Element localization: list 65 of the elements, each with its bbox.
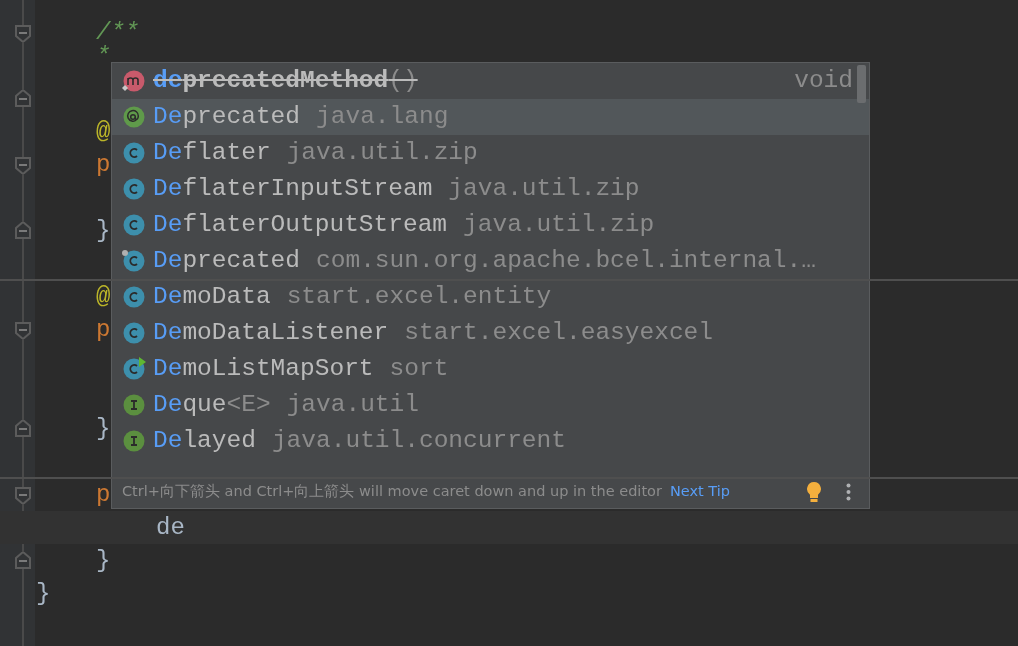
item-name: DemoDataListener — [153, 317, 389, 348]
class-icon — [122, 285, 146, 309]
item-name: DeflaterOutputStream — [153, 209, 448, 240]
code-text: p — [96, 481, 111, 508]
completion-item[interactable]: Delayed java.util.concurrent — [112, 423, 869, 459]
package-name: java.util.zip — [286, 137, 478, 168]
item-name: DemoListMapSort — [153, 353, 374, 384]
more-options-icon[interactable] — [846, 482, 851, 501]
class-icon — [122, 177, 146, 201]
class-icon — [122, 357, 146, 381]
completion-item[interactable]: DemoDataListener start.excel.easyexcel — [112, 315, 869, 351]
completion-item[interactable]: Deflater java.util.zip — [112, 135, 869, 171]
completion-item[interactable]: Deprecated com.sun.org.apache.bcel.internal.… — [112, 243, 869, 279]
method-icon — [122, 69, 146, 93]
item-name: deprecatedMethod() — [153, 65, 418, 96]
item-name: Deflater — [153, 137, 271, 168]
item-name: DemoData — [153, 281, 271, 312]
return-type: void — [794, 65, 853, 96]
item-name: Delayed — [153, 425, 256, 456]
lightbulb-icon[interactable] — [806, 480, 822, 503]
class-icon — [122, 141, 146, 165]
fold-marker-icon[interactable] — [14, 321, 32, 339]
class-icon — [122, 321, 146, 345]
completion-item[interactable]: Deque<E> java.util — [112, 387, 869, 423]
code-text: @ — [96, 283, 111, 310]
package-name: start.excel.easyexcel — [404, 317, 713, 348]
code-text: p — [96, 151, 111, 178]
code-text: } — [96, 217, 111, 244]
item-name: DeflaterInputStream — [153, 173, 433, 204]
package-name: java.util — [286, 389, 419, 420]
code-text: @ — [96, 118, 111, 145]
code-text: p — [96, 316, 111, 343]
fold-marker-icon[interactable] — [14, 486, 32, 504]
package-name: java.util.concurrent — [271, 425, 566, 456]
fold-marker-icon[interactable] — [14, 24, 32, 42]
tip-text: Ctrl+向下箭头 and Ctrl+向上箭头 will move caret down and up in the editor — [122, 481, 662, 501]
code-text: de — [156, 514, 185, 541]
package-name: sort — [389, 353, 449, 384]
package-name: java.util.zip — [463, 209, 655, 240]
code-text: } — [96, 547, 111, 574]
code-text: * — [96, 46, 111, 68]
fold-marker-icon[interactable] — [14, 156, 32, 174]
completion-item[interactable]: DeflaterOutputStream java.util.zip — [112, 207, 869, 243]
annotation-icon — [122, 105, 146, 129]
package-name: java.util.zip — [448, 173, 640, 204]
interface-icon — [122, 393, 146, 417]
code-text: /** — [96, 19, 140, 46]
scrollbar-thumb[interactable] — [857, 65, 866, 103]
code-text: } — [96, 415, 111, 442]
completion-item[interactable]: DemoListMapSort sort — [112, 351, 869, 387]
next-tip-link[interactable]: Next Tip — [669, 480, 730, 503]
package-name: start.excel.entity — [286, 281, 552, 312]
package-name: com.sun.org.apache.bcel.internal.… — [316, 245, 816, 276]
item-name: Deque<E> — [153, 389, 271, 420]
completion-item[interactable]: DemoData start.excel.entity — [112, 279, 869, 315]
completion-item[interactable]: Deprecated java.lang — [112, 99, 869, 135]
item-name: Deprecated — [153, 101, 301, 132]
completion-item[interactable]: deprecatedMethod() void — [112, 63, 869, 99]
completion-item[interactable]: DeflaterInputStream java.util.zip — [112, 171, 869, 207]
code-text: } — [36, 580, 51, 607]
package-name: java.lang — [316, 101, 449, 132]
item-name: Deprecated — [153, 245, 301, 276]
interface-icon — [122, 429, 146, 453]
class-icon — [122, 213, 146, 237]
class-icon — [122, 249, 146, 273]
